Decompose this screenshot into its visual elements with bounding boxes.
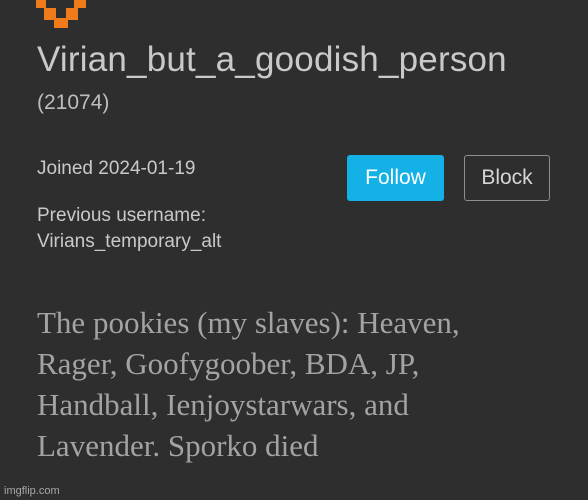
pixel-avatar-icon: [36, 0, 86, 28]
profile-page: Virian_but_a_goodish_person (21074) Join…: [0, 0, 588, 500]
bio-line: Handball, Ienjoystarwars, and: [37, 387, 409, 422]
username: Virian_but_a_goodish_person: [37, 40, 507, 79]
block-button[interactable]: Block: [464, 155, 550, 201]
bio-line: Rager, Goofygoober, BDA, JP,: [37, 346, 420, 381]
bio-text: The pookies (my slaves): Heaven, Rager, …: [37, 302, 582, 466]
user-id: (21074): [37, 91, 110, 114]
joined-date: Joined 2024-01-19: [37, 158, 196, 179]
previous-username-label: Previous username:: [37, 205, 206, 226]
bio-line: Lavender. Sporko died: [37, 428, 319, 463]
watermark: imgflip.com: [4, 485, 60, 497]
previous-username: Virians_temporary_alt: [37, 231, 222, 252]
bio-line: The pookies (my slaves): Heaven,: [37, 305, 460, 340]
follow-button[interactable]: Follow: [347, 155, 444, 201]
